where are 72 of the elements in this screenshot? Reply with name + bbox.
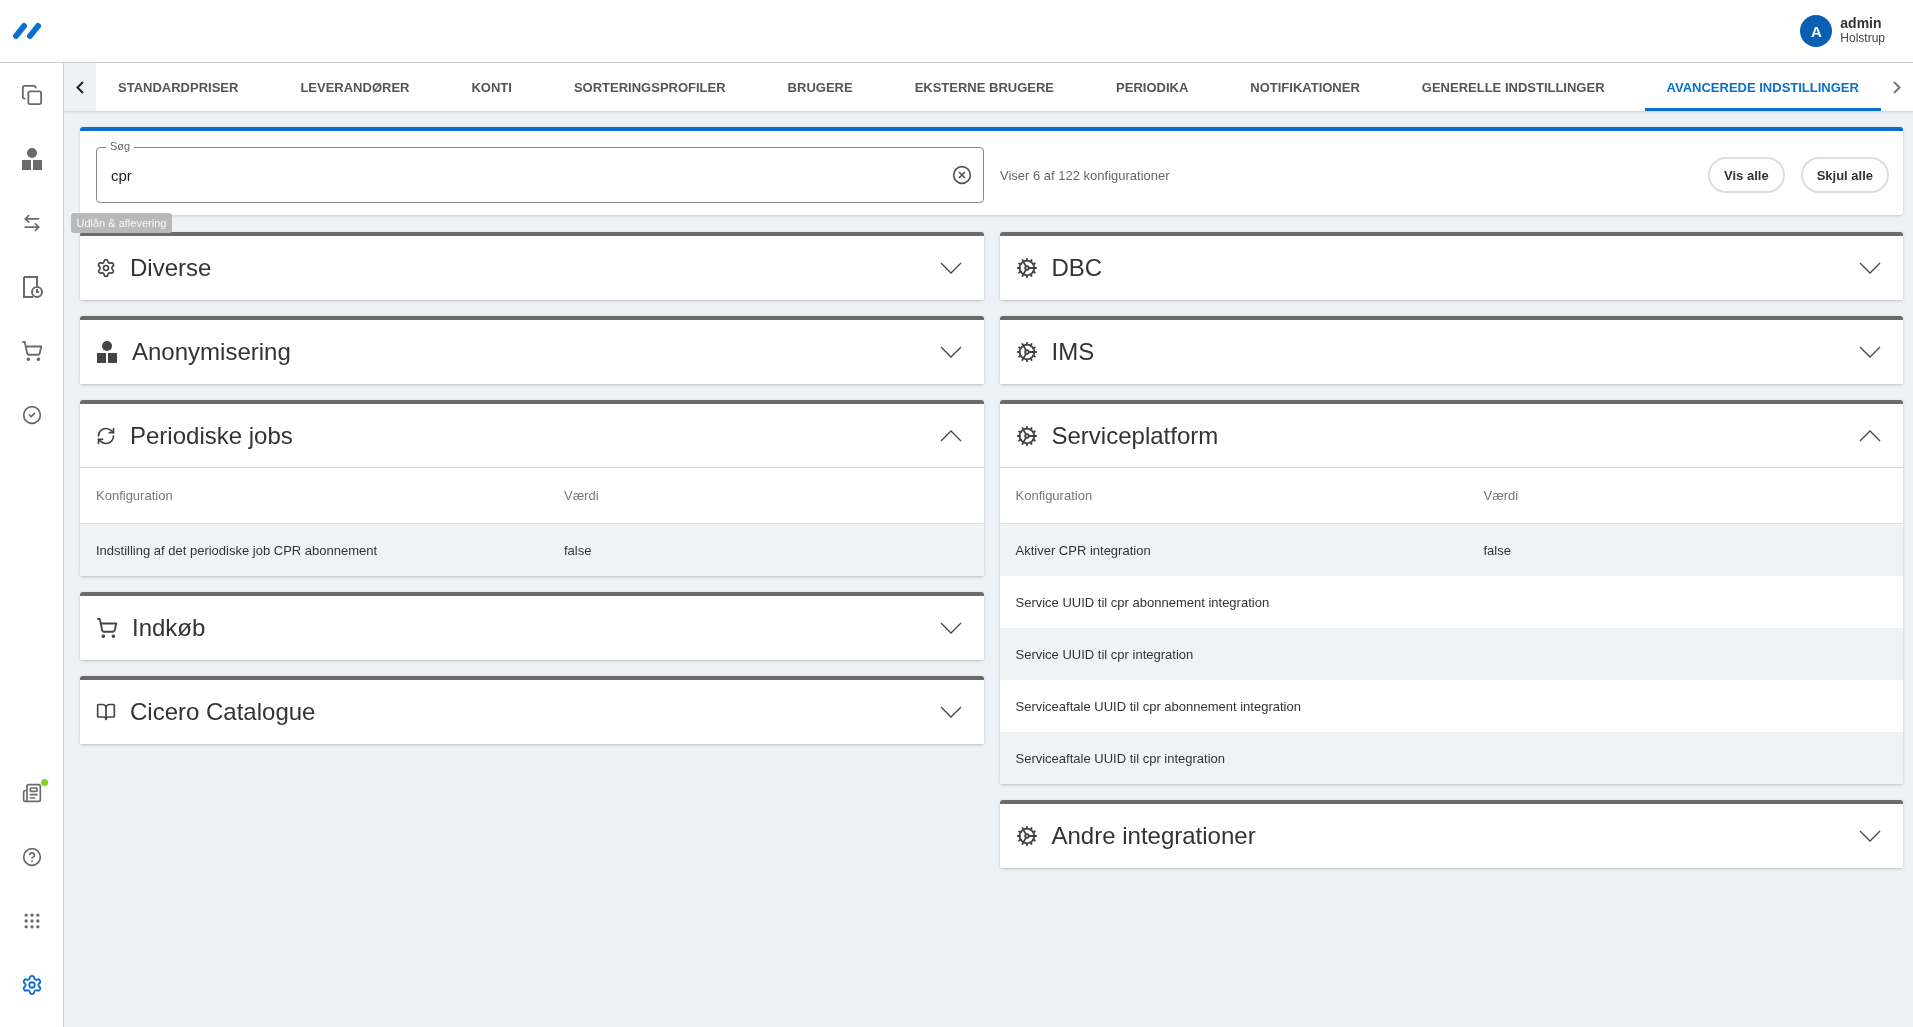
cart-icon: [20, 340, 43, 362]
column-header: Værdi: [1483, 488, 1520, 503]
column-header: Værdi: [564, 488, 600, 503]
user-location: Holstrup: [1840, 31, 1885, 46]
expand-icon: [1859, 346, 1881, 358]
table-cell-text: Aktiver CPR integration: [1015, 542, 1152, 558]
chevron-right-icon: [1893, 80, 1901, 94]
panel-header[interactable]: Serviceplatform: [999, 404, 1903, 468]
panel-title: Diverse: [130, 254, 213, 282]
tab[interactable]: EKSTERNE BRUGERE: [892, 63, 1077, 111]
table-cell-text: Service UUID til cpr abonnement integration: [1015, 594, 1271, 610]
expand-icon: [1859, 830, 1881, 842]
expand-icon: [939, 346, 962, 358]
panel-title: Periodiske jobs: [130, 421, 294, 450]
user-name: admin: [1840, 16, 1883, 31]
scroll-left-button[interactable]: [64, 63, 96, 111]
tab[interactable]: GENERELLE INDSTILLINGER: [1399, 63, 1627, 111]
tab[interactable]: PERIODIKA: [1094, 63, 1211, 111]
tab[interactable]: LEVERANDØRER: [278, 63, 432, 111]
table-cell-text: false: [564, 542, 593, 558]
book-clock-icon: [20, 275, 43, 299]
panel-header[interactable]: Cicero Catalogue: [80, 680, 984, 744]
collapse-icon: [1859, 429, 1881, 442]
panel-header[interactable]: Diverse: [80, 236, 984, 300]
panel-title: Andre integrationer: [1051, 822, 1257, 850]
result-count: Viser 6 af 122 konfigurationer: [1000, 167, 1171, 183]
expand-icon: [939, 262, 962, 274]
column-header: Konfiguration: [1015, 488, 1094, 503]
table-cell-text: Serviceaftale UUID til cpr integration: [1015, 750, 1227, 766]
panel-title: IMS: [1051, 338, 1096, 366]
collapse-icon: [939, 429, 962, 442]
expand-icon: [939, 706, 962, 718]
book-icon: [96, 702, 116, 722]
tab[interactable]: KONTI: [449, 63, 534, 111]
field-label: Søg: [106, 140, 135, 153]
logo: [12, 22, 44, 40]
toggle-all-button[interactable]: Skjul alle: [1800, 157, 1889, 193]
toggle-all-button[interactable]: Vis alle: [1708, 157, 1785, 193]
table-cell-text: Indstilling af det periodiske job CPR abonnement: [96, 542, 379, 558]
table-cell-text: Serviceaftale UUID til cpr abonnement integration: [1015, 698, 1302, 714]
sync-icon: [96, 425, 116, 446]
chevron-left-icon: [76, 80, 84, 94]
tab[interactable]: SORTERINGSPROFILER: [551, 63, 748, 111]
panel-header[interactable]: DBC: [999, 236, 1903, 300]
clear-icon[interactable]: [952, 165, 972, 185]
panel-header[interactable]: Periodiske jobs: [80, 404, 984, 468]
panel-header[interactable]: IMS: [999, 320, 1903, 384]
table-cell-text: Service UUID til cpr integration: [1015, 646, 1195, 662]
panel-title: DBC: [1051, 254, 1104, 282]
copies-icon: [20, 84, 43, 106]
settings-icon: [96, 258, 116, 278]
table-cell-text: false: [1483, 542, 1512, 558]
panel-title: Serviceplatform: [1051, 421, 1220, 450]
newspaper-icon: [21, 783, 42, 803]
tab[interactable]: STANDARDPRISER: [96, 63, 261, 111]
help-icon: [21, 847, 42, 867]
panel-title: Cicero Catalogue: [130, 698, 317, 726]
tab[interactable]: NOTIFIKATIONER: [1228, 63, 1382, 111]
cart-icon: [96, 617, 118, 639]
tab[interactable]: BRUGERE: [765, 63, 875, 111]
panel-title: Indkøb: [132, 614, 207, 642]
settings-icon: [20, 974, 43, 996]
column-header: Konfiguration: [96, 488, 174, 503]
tooltip: Udlån & aflevering: [70, 213, 173, 233]
panel-title: Anonymisering: [132, 338, 292, 366]
panel-header[interactable]: Andre integrationer: [999, 804, 1903, 868]
panel-header[interactable]: Anonymisering: [80, 320, 984, 384]
panel-header[interactable]: Indkøb: [80, 596, 984, 660]
user-avatar[interactable]: A: [1800, 15, 1833, 47]
expand-icon: [1859, 262, 1881, 274]
expand-icon: [939, 622, 962, 634]
check-circle-icon: [21, 405, 42, 425]
